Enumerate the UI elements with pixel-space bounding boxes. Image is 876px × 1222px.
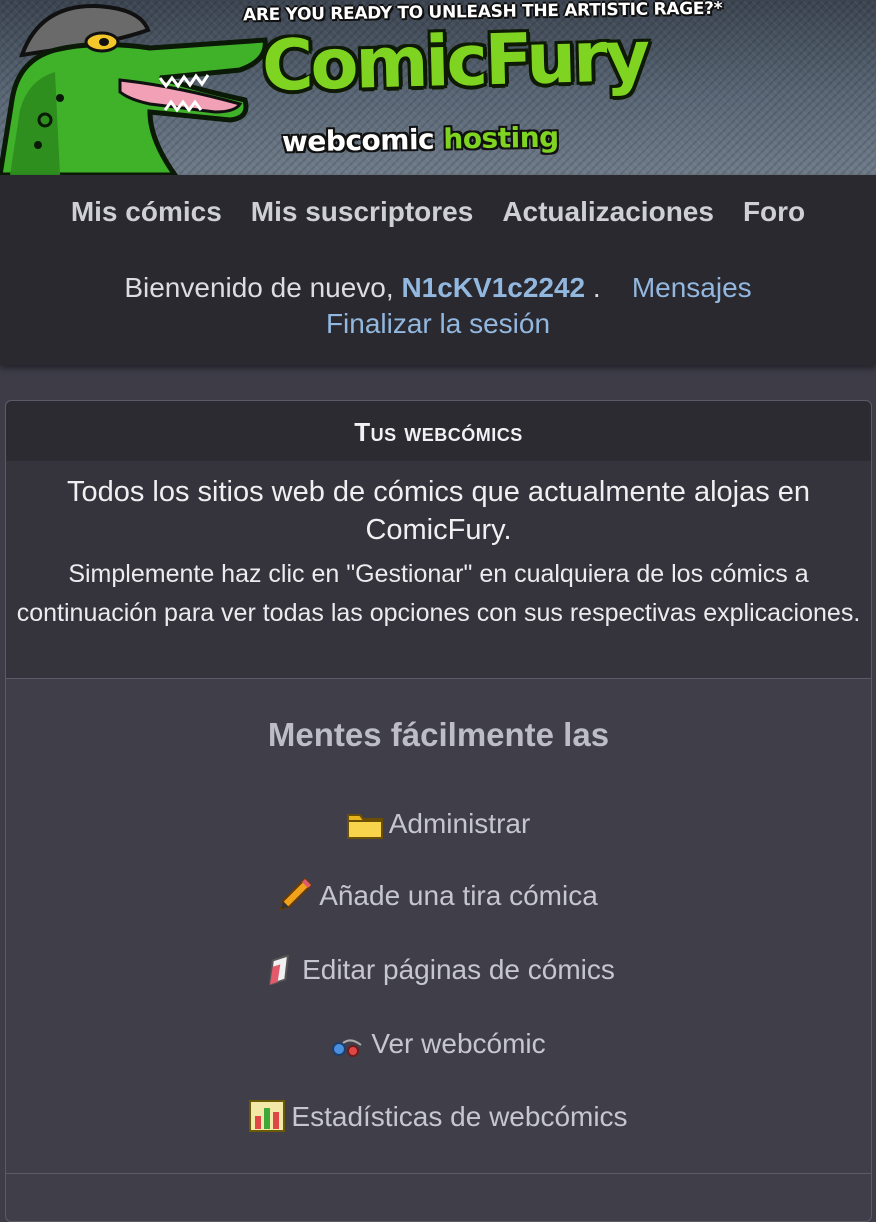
comic-title[interactable]: Mentes fácilmente las [6,716,871,754]
folder-icon [346,810,383,850]
action-label: Editar páginas de cómics [302,954,615,985]
nav-item-my-subscribers[interactable]: Mis suscriptores [251,196,474,228]
nav-item-my-comics[interactable]: Mis cómics [71,196,222,228]
nav-item-forum[interactable]: Foro [743,196,805,228]
eraser-icon [262,954,296,996]
site-logo-subtitle: webcomic hosting [281,120,559,159]
username-link[interactable]: N1cKV1c2242 [401,272,585,303]
site-banner[interactable]: ARE YOU READY TO UNLEASH THE ARTISTIC RA… [0,0,876,175]
welcome-prefix: Bienvenido de nuevo, [124,272,394,303]
action-statistics[interactable]: Estadísticas de webcómics [6,1097,871,1143]
action-label: Administrar [388,808,531,839]
panel-divider [6,1173,871,1174]
action-manage[interactable]: Administrar [6,804,871,850]
nav-item-updates[interactable]: Actualizaciones [502,196,714,228]
webcomics-panel: Tus webcómics Todos los sitios web de có… [5,400,872,1222]
intro-instructions: Simplemente haz clic en "Gestionar" en c… [16,560,861,627]
welcome-message: Bienvenido de nuevo, N1cKV1c2242 . Mensa… [0,270,876,342]
intro-text: Todos los sitios web de cómics que actua… [66,476,811,546]
action-label: Ver webcómic [371,1028,546,1059]
stats-icon [249,1100,286,1143]
action-label: Estadísticas de webcómics [291,1101,628,1132]
action-edit-pages[interactable]: Editar páginas de cómics [6,950,871,996]
action-label: Añade una tira cómica [319,880,598,911]
site-logo[interactable]: ComicFury [261,15,648,107]
messages-link[interactable]: Mensajes [632,272,752,303]
panel-intro: Todos los sitios web de cómics que actua… [6,461,871,679]
logout-link[interactable]: Finalizar la sesión [326,308,550,339]
alligator-mascot-icon [0,3,268,175]
link-icon [331,1030,365,1070]
welcome-suffix: . [592,272,601,303]
pencil-icon [279,877,313,922]
panel-title: Tus webcómics [6,401,871,461]
nav-links: Mis cómics Mis suscriptores Actualizacio… [0,196,876,228]
action-add-strip[interactable]: Añade una tira cómica [6,876,871,922]
action-view-webcomic[interactable]: Ver webcómic [6,1024,871,1070]
